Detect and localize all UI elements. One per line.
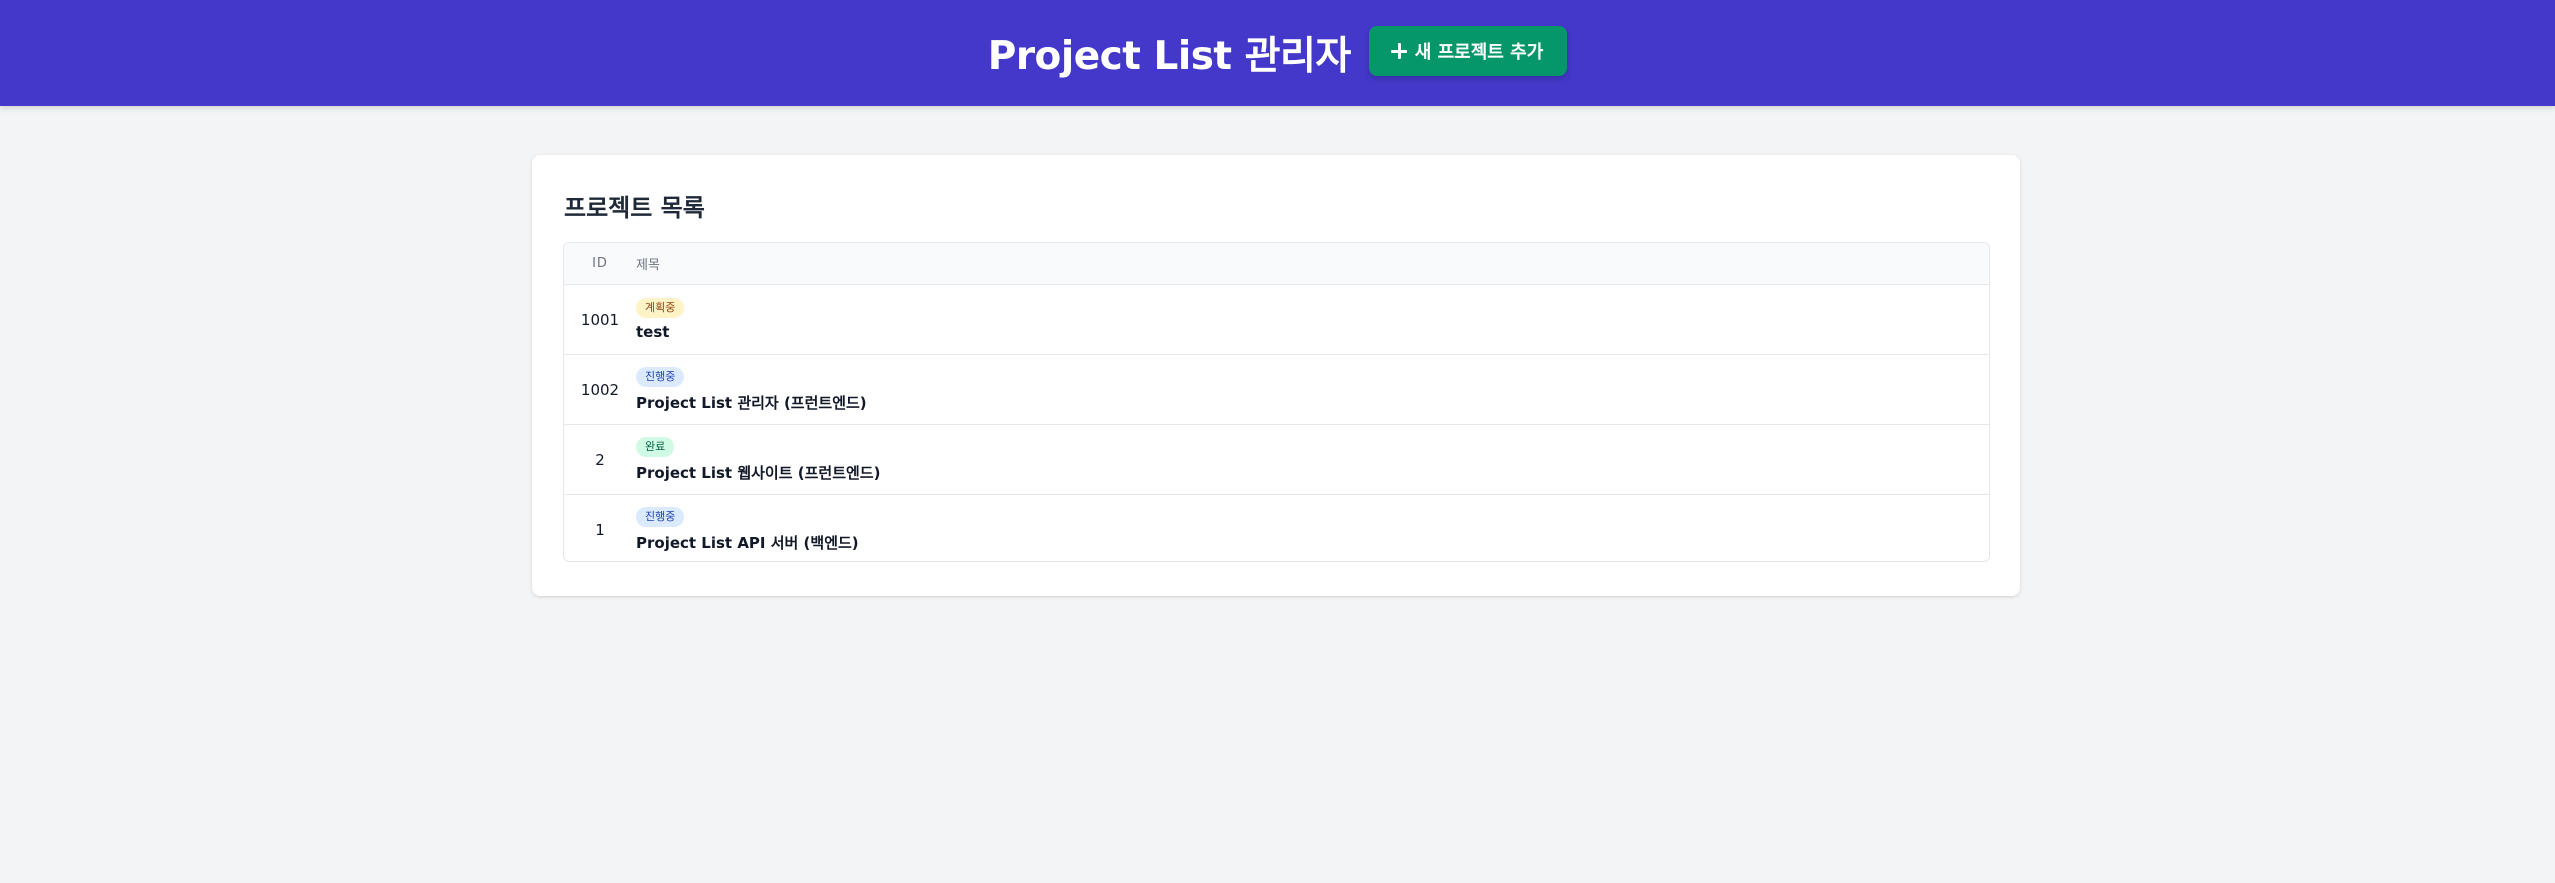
- project-table: ID 제목 1001 계획중 test 1002 진행중 Project Lis…: [563, 242, 1990, 562]
- table-row[interactable]: 1002 진행중 Project List 관리자 (프런트엔드): [564, 355, 1989, 425]
- project-id: 2: [595, 450, 605, 469]
- project-cell: 계획중 test: [636, 298, 685, 341]
- status-badge: 진행중: [636, 366, 685, 387]
- app-header: Project List 관리자 새 프로젝트 추가: [0, 0, 2555, 106]
- project-id: 1: [595, 521, 605, 539]
- project-id: 1002: [580, 380, 620, 399]
- project-title[interactable]: Project List API 서버 (백엔드): [636, 532, 859, 553]
- column-header-id: ID: [592, 256, 608, 271]
- plus-icon: [1390, 43, 1407, 59]
- add-project-button-label: 새 프로젝트 추가: [1414, 42, 1544, 63]
- table-row[interactable]: 1001 계획중 test: [564, 285, 1989, 355]
- status-badge: 진행중: [636, 507, 685, 527]
- project-title[interactable]: Project List 관리자 (프런트엔드): [636, 392, 867, 413]
- project-cell: 진행중 Project List API 서버 (백엔드): [636, 507, 859, 553]
- project-cell: 완료 Project List 웹사이트 (프런트엔드): [636, 436, 880, 483]
- project-cell: 진행중 Project List 관리자 (프런트엔드): [636, 366, 867, 413]
- status-badge: 계획중: [636, 298, 685, 318]
- card-title: 프로젝트 목록: [564, 194, 705, 222]
- table-row[interactable]: 2 완료 Project List 웹사이트 (프런트엔드): [564, 425, 1989, 495]
- status-badge: 완료: [636, 436, 675, 457]
- column-header-title: 제목: [636, 258, 660, 273]
- add-project-button[interactable]: 새 프로젝트 추가: [1368, 26, 1568, 76]
- project-title[interactable]: test: [636, 323, 669, 341]
- project-id: 1001: [580, 310, 620, 329]
- project-list-card: 프로젝트 목록 ID 제목 1001 계획중 test 1002 진행중 Pro…: [532, 155, 2020, 596]
- project-title[interactable]: Project List 웹사이트 (프런트엔드): [636, 462, 880, 483]
- table-header: ID 제목: [564, 243, 1989, 285]
- app-title: Project List 관리자: [987, 34, 1352, 79]
- table-row[interactable]: 1 진행중 Project List API 서버 (백엔드): [564, 495, 1989, 561]
